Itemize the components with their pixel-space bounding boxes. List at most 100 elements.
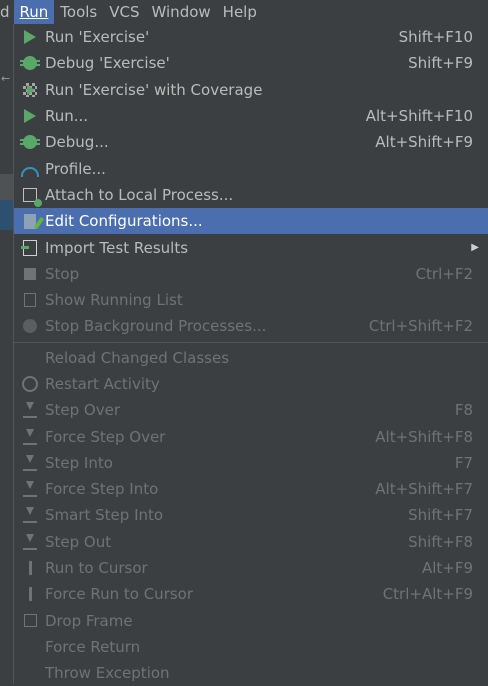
menu-item-step-into[interactable]: Step Into F7 [14, 450, 488, 476]
menu-item-run-to-cursor[interactable]: Run to Cursor Alt+F9 [14, 555, 488, 581]
stop-icon [19, 264, 41, 284]
menu-item-smart-step-into[interactable]: Smart Step Into Shift+F7 [14, 502, 488, 528]
menu-item-label: Attach to Local Process... [45, 185, 234, 204]
run-icon [19, 27, 41, 47]
menu-item-label: Run... [45, 107, 89, 126]
menu-item-step-out[interactable]: Step Out Shift+F8 [14, 529, 488, 555]
menu-item-shortcut: Alt+F9 [421, 559, 473, 578]
menu-item-label: Stop Background Processes... [45, 317, 267, 336]
menu-item-label: Run 'Exercise' with Coverage [45, 80, 263, 99]
menu-item-shortcut: Ctrl+Shift+F2 [368, 317, 473, 336]
menu-item-step-over[interactable]: Step Over F8 [14, 397, 488, 423]
blank-icon [19, 637, 41, 657]
menu-item-run-ellipsis[interactable]: Run... Alt+Shift+F10 [14, 103, 488, 129]
debug-icon [19, 132, 41, 152]
menu-item-label: Throw Exception [45, 664, 170, 683]
menu-item-label: Drop Frame [45, 611, 133, 630]
menu-item-label: Run 'Exercise' [45, 28, 150, 47]
menubar-label: Tools [60, 3, 98, 21]
menu-item-label: Stop [45, 264, 80, 283]
menu-item-debug-ellipsis[interactable]: Debug... Alt+Shift+F9 [14, 129, 488, 155]
menu-item-run-exercise[interactable]: Run 'Exercise' Shift+F10 [14, 24, 488, 50]
menu-item-force-step-over[interactable]: Force Step Over Alt+Shift+F8 [14, 423, 488, 449]
force-run-to-cursor-icon [19, 584, 41, 604]
menu-item-label: Step Into [45, 453, 113, 472]
step-over-icon [19, 400, 41, 420]
submenu-arrow-icon: ▶ [471, 242, 479, 254]
menu-item-label: Profile... [45, 159, 106, 178]
menu-item-label: Run to Cursor [45, 559, 148, 578]
stop-background-icon [19, 316, 41, 336]
edit-config-icon [19, 211, 41, 231]
step-out-icon [19, 532, 41, 552]
menu-item-force-run-to-cursor[interactable]: Force Run to Cursor Ctrl+Alt+F9 [14, 581, 488, 607]
menubar-item-window[interactable]: Window [146, 0, 217, 24]
menu-item-shortcut: Shift+F7 [408, 506, 473, 525]
menu-item-run-with-coverage[interactable]: Run 'Exercise' with Coverage [14, 77, 488, 103]
menu-item-label: Import Test Results [45, 238, 189, 257]
menubar-label: d [0, 3, 10, 21]
menubar-label: Help [222, 3, 257, 21]
menu-item-shortcut: Alt+Shift+F9 [375, 133, 473, 152]
menu-item-shortcut: Alt+Shift+F7 [375, 480, 473, 499]
menu-item-shortcut: F7 [454, 453, 473, 472]
menu-item-force-return[interactable]: Force Return [14, 634, 488, 660]
menubar-label: Run [19, 3, 49, 21]
menu-item-label: Debug 'Exercise' [45, 54, 170, 73]
menu-item-reload-classes[interactable]: Reload Changed Classes [14, 345, 488, 371]
blank-icon [19, 663, 41, 683]
list-icon [19, 290, 41, 310]
menu-item-shortcut: Ctrl+Alt+F9 [382, 585, 473, 604]
menu-item-force-step-into[interactable]: Force Step Into Alt+Shift+F7 [14, 476, 488, 502]
menu-item-edit-configurations[interactable]: Edit Configurations... [14, 208, 488, 235]
menu-item-shortcut: F8 [454, 401, 473, 420]
menu-item-label: Reload Changed Classes [45, 348, 230, 367]
menu-item-restart-activity[interactable]: Restart Activity [14, 371, 488, 397]
menu-item-show-running-list[interactable]: Show Running List [14, 287, 488, 313]
menu-separator [14, 341, 488, 343]
coverage-icon [19, 80, 41, 100]
blank-icon [19, 348, 41, 368]
force-step-into-icon [19, 479, 41, 499]
run-menu-dropdown: Run 'Exercise' Shift+F10 Debug 'Exercise… [13, 24, 488, 684]
menubar-item-build[interactable]: d [0, 0, 14, 24]
run-icon [19, 106, 41, 126]
menu-item-shortcut: Shift+F8 [408, 532, 473, 551]
menu-item-import-test-results[interactable]: Import Test Results ▶ [14, 234, 488, 260]
menu-item-label: Force Run to Cursor [45, 585, 194, 604]
menu-item-label: Force Step Over [45, 427, 166, 446]
menubar-item-vcs[interactable]: VCS [103, 0, 145, 24]
menu-bar: d Run Tools VCS Window Help [0, 0, 488, 24]
menubar-item-tools[interactable]: Tools [54, 0, 103, 24]
menu-item-label: Step Over [45, 401, 120, 420]
force-step-over-icon [19, 427, 41, 447]
menubar-item-run[interactable]: Run [13, 0, 55, 24]
step-into-icon [19, 453, 41, 473]
import-icon [19, 238, 41, 258]
menu-item-label: Edit Configurations... [45, 212, 203, 231]
menu-item-label: Smart Step Into [45, 506, 164, 525]
menu-item-shortcut: Shift+F10 [398, 28, 473, 47]
drop-frame-icon [19, 611, 41, 631]
menu-item-shortcut: Ctrl+F2 [415, 264, 473, 283]
smart-step-into-icon [19, 505, 41, 525]
menu-item-stop[interactable]: Stop Ctrl+F2 [14, 261, 488, 287]
menu-item-throw-exception[interactable]: Throw Exception [14, 660, 488, 686]
menu-item-stop-background[interactable]: Stop Background Processes... Ctrl+Shift+… [14, 313, 488, 339]
debug-icon [19, 53, 41, 73]
menubar-item-help[interactable]: Help [217, 0, 263, 24]
menu-item-shortcut: Shift+F9 [408, 54, 473, 73]
menu-item-shortcut: Alt+Shift+F10 [365, 107, 473, 126]
profile-icon [19, 159, 41, 179]
background-panel-strip [0, 174, 13, 200]
menu-item-label: Step Out [45, 532, 112, 551]
menu-item-debug-exercise[interactable]: Debug 'Exercise' Shift+F9 [14, 50, 488, 76]
background-editor-edge: ← [0, 24, 13, 678]
menu-item-label: Debug... [45, 133, 109, 152]
menubar-label: Window [151, 3, 211, 21]
menu-item-attach-process[interactable]: Attach to Local Process... [14, 182, 488, 208]
menu-item-profile[interactable]: Profile... [14, 155, 488, 181]
background-selection-strip [0, 200, 13, 230]
attach-icon [19, 185, 42, 207]
menu-item-drop-frame[interactable]: Drop Frame [14, 608, 488, 634]
